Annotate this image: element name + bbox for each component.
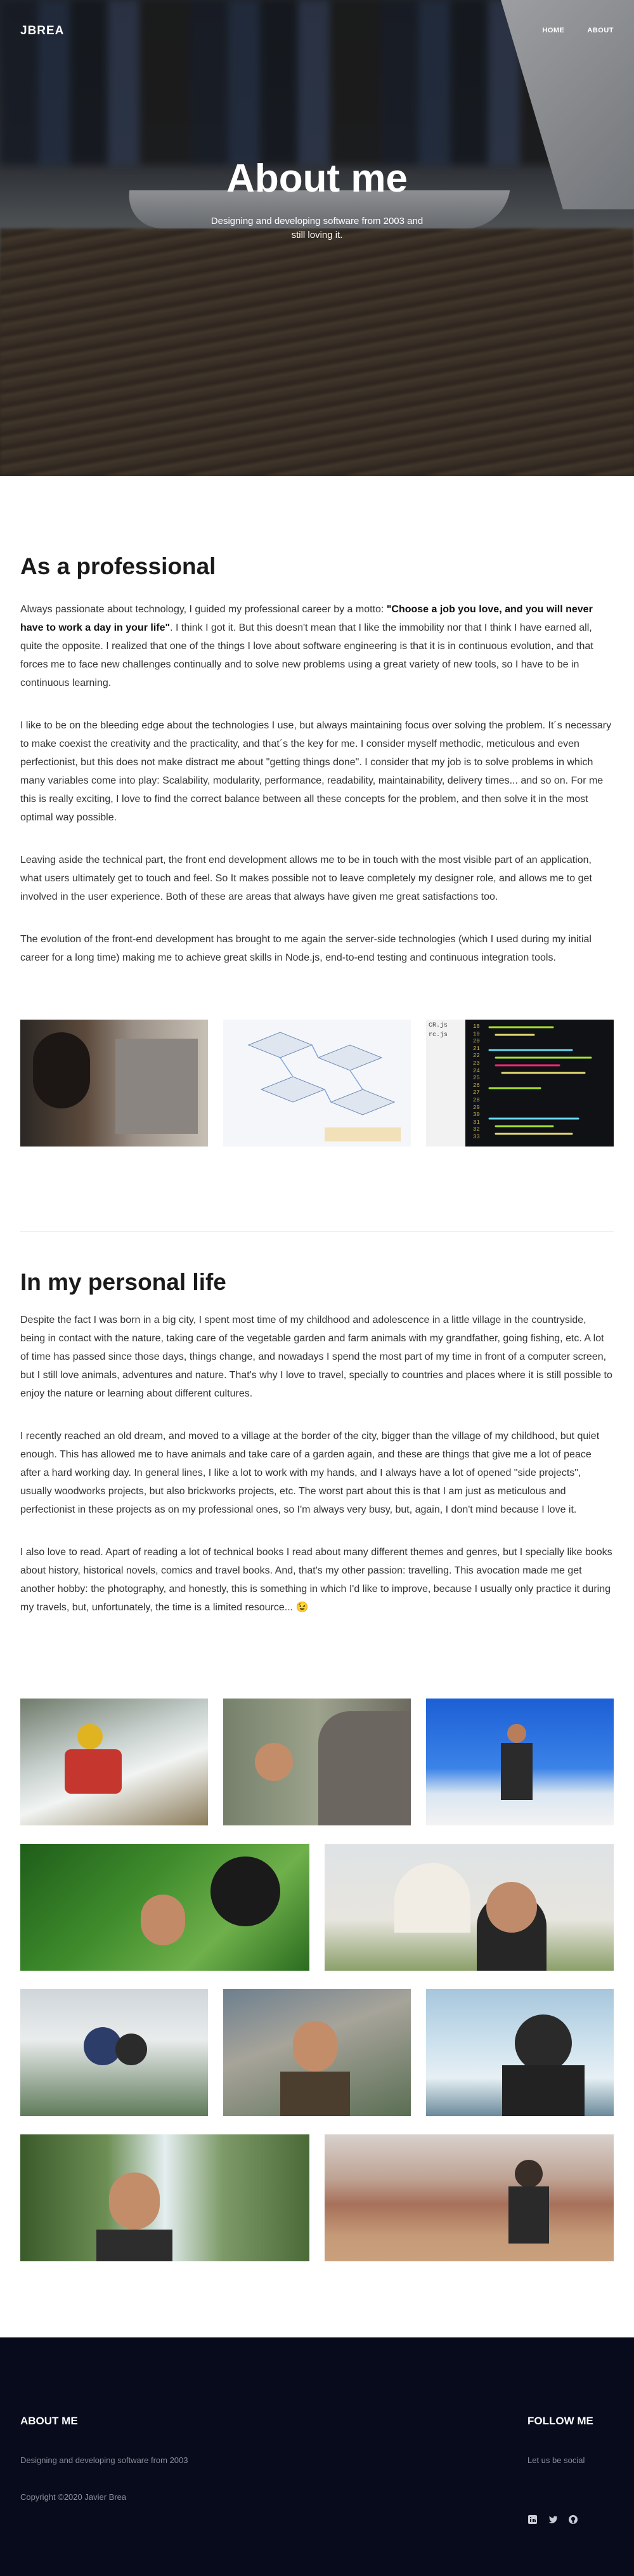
professional-paragraph-4: The evolution of the front-end developme… (20, 934, 592, 963)
nav-about-link[interactable]: ABOUT (587, 27, 614, 34)
github-icon[interactable] (568, 2514, 579, 2526)
photo-glacier (426, 1989, 614, 2116)
personal-heading: In my personal life (20, 1269, 226, 1295)
nav-home-link[interactable]: HOME (542, 27, 564, 34)
footer-follow-title: FOLLOW ME (527, 2415, 593, 2427)
photo-gorilla (20, 1844, 309, 1971)
page-subtitle: Designing and developing software from 2… (210, 216, 424, 240)
photo-paragliding (20, 1989, 208, 2116)
footer-about-text: Designing and developing software from 2… (20, 2455, 188, 2465)
diagram-illustration (247, 1032, 401, 1141)
section-divider (20, 1231, 614, 1232)
photo-elephant (223, 1699, 411, 1825)
photo-taj-mahal (325, 1844, 614, 1971)
professional-heading: As a professional (20, 553, 216, 579)
photo-rafting (20, 1699, 208, 1825)
professional-paragraph-3: Leaving aside the technical part, the fr… (20, 855, 592, 902)
footer-copyright: Copyright ©2020 Javier Brea (20, 2492, 127, 2502)
photo-architecture-diagram (223, 1020, 411, 1147)
photo-mountain-top (426, 1699, 614, 1825)
hero-banner: JBREA HOME ABOUT About me Designing and … (0, 0, 634, 476)
site-logo[interactable]: JBREA (20, 24, 64, 38)
professional-section: As a professional Always passionate abou… (20, 553, 614, 991)
professional-paragraph-2: I like to be on the bleeding edge about … (20, 720, 612, 823)
personal-section: In my personal life Despite the fact I w… (20, 1269, 614, 1641)
personal-paragraph-3: I also love to read. Apart of reading a … (20, 1547, 612, 1613)
social-links (527, 2514, 579, 2526)
linkedin-icon[interactable] (527, 2514, 539, 2526)
photo-waterfall (20, 2134, 309, 2261)
personal-paragraph-2: I recently reached an old dream, and mov… (20, 1431, 600, 1515)
photo-desert (325, 2134, 614, 2261)
footer-follow-text: Let us be social (527, 2455, 585, 2465)
photo-person-at-computer (20, 1020, 208, 1147)
main-nav: HOME ABOUT (542, 27, 614, 34)
photo-hiking (223, 1989, 411, 2116)
twitter-icon[interactable] (548, 2514, 559, 2526)
personal-paragraph-1: Despite the fact I was born in a big cit… (20, 1315, 612, 1399)
footer-about-title: ABOUT ME (20, 2415, 78, 2427)
professional-paragraph-1: Always passionate about technology, I gu… (20, 604, 593, 688)
photo-code-editor: CR.js rc.js 18 19 20 21 22 23 24 25 26 27 28 29 30 31… (426, 1020, 614, 1147)
code-lines (488, 1026, 592, 1135)
site-footer: ABOUT ME Designing and developing softwa… (0, 2337, 634, 2576)
page-title: About me (226, 157, 408, 200)
